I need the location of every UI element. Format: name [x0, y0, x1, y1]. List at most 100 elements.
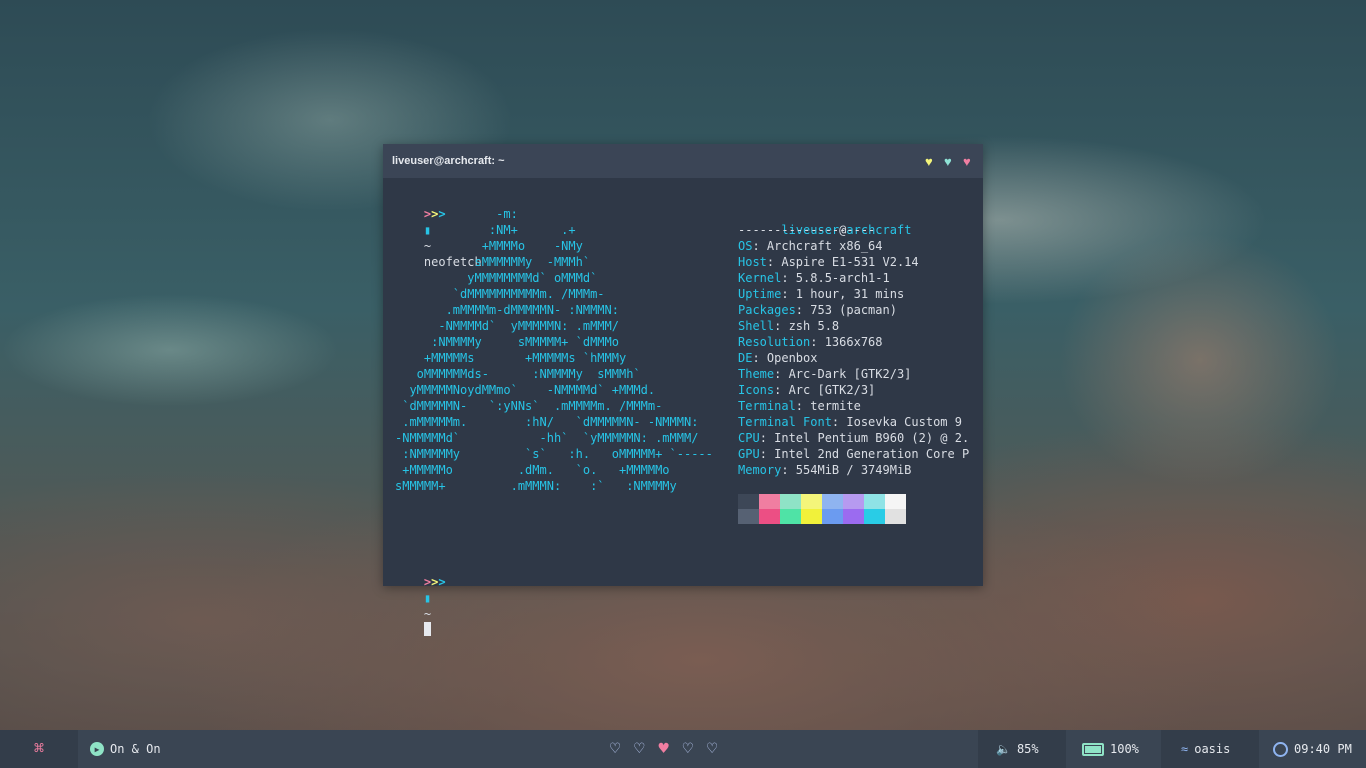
- volume-value: 85%: [1016, 742, 1039, 756]
- info-row: Terminal: termite: [738, 398, 969, 414]
- clock-time: 09:40 PM: [1294, 742, 1352, 756]
- window-buttons: ♥ ♥ ♥: [925, 155, 976, 168]
- info-value: : Openbox: [752, 351, 818, 365]
- wifi-icon: ≈: [1181, 742, 1189, 756]
- ascii-logo-line: .mMMMMMm. :hN/ `dMMMMMN- -NMMMN:: [395, 415, 699, 429]
- palette-swatch: [780, 494, 801, 509]
- info-row: DE: Openbox: [738, 350, 969, 366]
- system-info: liveuser@archcraft ------------------- O…: [738, 206, 969, 478]
- color-palette: [738, 494, 906, 524]
- ascii-logo: -m: :NM+ .+ +MMMMo -NMy sMMMMMMy -MMMh` …: [395, 206, 713, 494]
- info-value: : 5.8.5-arch1-1: [781, 271, 890, 285]
- workspace-2[interactable]: ♡: [634, 739, 644, 759]
- workspace-1[interactable]: ♡: [610, 739, 620, 759]
- info-key: CPU: [738, 431, 760, 445]
- workspace-4[interactable]: ♡: [683, 739, 693, 759]
- palette-swatch: [780, 509, 801, 524]
- info-value: : Arc-Dark [GTK2/3]: [774, 367, 912, 381]
- info-separator: -------------------: [738, 223, 876, 237]
- ascii-logo-line: :NM+ .+: [395, 223, 576, 237]
- network-module[interactable]: ≈ oasis: [1161, 730, 1259, 768]
- play-icon[interactable]: ▶: [90, 742, 104, 756]
- palette-swatch: [759, 494, 780, 509]
- info-key: Uptime: [738, 287, 782, 301]
- info-row: GPU: Intel 2nd Generation Core P: [738, 446, 969, 462]
- workspace-switcher: ♡ ♡ ♥ ♡ ♡: [610, 730, 717, 768]
- prompt-line-active[interactable]: >>> ▮ ~: [395, 558, 446, 654]
- info-row: Host: Aspire E1-531 V2.14: [738, 254, 969, 270]
- taskbar: ⌘ ▶ On & On ♡ ♡ ♥ ♡ ♡ 🔈 85% 100% ≈ oasis 09:…: [0, 730, 1366, 768]
- info-row: Theme: Arc-Dark [GTK2/3]: [738, 366, 969, 382]
- ascii-logo-line: oMMMMMMds- :NMMMMy sMMMh`: [395, 367, 641, 381]
- workspace-5[interactable]: ♡: [707, 739, 717, 759]
- info-value: : 554MiB / 3749MiB: [781, 463, 912, 477]
- music-title: On & On: [110, 742, 161, 756]
- ascii-logo-line: +MMMMMo .dMm. `o. +MMMMMo: [395, 463, 670, 477]
- palette-swatch: [822, 509, 843, 524]
- info-value: : Intel Pentium B960 (2) @ 2.: [759, 431, 970, 445]
- palette-swatch: [843, 509, 864, 524]
- ascii-logo-line: -m:: [395, 207, 518, 221]
- info-value: : 1 hour, 31 mins: [781, 287, 905, 301]
- ascii-logo-line: +MMMMo -NMy: [395, 239, 583, 253]
- volume-module[interactable]: 🔈 85%: [978, 730, 1066, 768]
- info-value: : Intel 2nd Generation Core P: [759, 447, 970, 461]
- clock-icon: [1273, 741, 1288, 757]
- maximize-button[interactable]: ♥: [944, 155, 957, 168]
- palette-swatch: [864, 494, 885, 509]
- info-row: Memory: 554MiB / 3749MiB: [738, 462, 969, 478]
- battery-icon: [1082, 742, 1104, 756]
- ascii-logo-line: -NMMMMMd` -hh` `yMMMMMN: .mMMM/: [395, 431, 699, 445]
- minimize-button[interactable]: ♥: [925, 155, 938, 168]
- palette-swatch: [759, 509, 780, 524]
- info-value: : Archcraft x86_64: [752, 239, 883, 253]
- palette-swatch: [822, 494, 843, 509]
- info-row: OS: Archcraft x86_64: [738, 238, 969, 254]
- info-key: Terminal: [738, 399, 796, 413]
- palette-swatch: [801, 494, 822, 509]
- command-icon: ⌘: [33, 739, 45, 759]
- ascii-logo-line: :NMMMMy sMMMMM+ `dMMMo: [395, 335, 619, 349]
- ascii-logo-line: sMMMMM+ .mMMMN: :` :NMMMMy: [395, 479, 677, 493]
- info-row: Icons: Arc [GTK2/3]: [738, 382, 969, 398]
- prompt-dir: ~: [423, 607, 432, 621]
- workspace-3[interactable]: ♥: [659, 739, 669, 759]
- info-key: Kernel: [738, 271, 782, 285]
- info-value: : termite: [795, 399, 861, 413]
- info-row: CPU: Intel Pentium B960 (2) @ 2.: [738, 430, 969, 446]
- window-title: liveuser@archcraft: ~: [392, 155, 505, 167]
- terminal-window[interactable]: liveuser@archcraft: ~ ♥ ♥ ♥ >>> ▮ ~ neofet…: [383, 144, 983, 636]
- menu-button[interactable]: ⌘: [0, 730, 78, 768]
- ascii-logo-line: -NMMMMd` yMMMMMN: .mMMM/: [395, 319, 619, 333]
- ascii-logo-line: yMMMMMMMMd` oMMMd`: [395, 271, 598, 285]
- palette-swatch: [843, 494, 864, 509]
- info-key: Host: [738, 255, 767, 269]
- palette-swatch: [738, 509, 759, 524]
- info-row: Terminal Font: Iosevka Custom 9: [738, 414, 969, 430]
- music-player[interactable]: ▶ On & On: [90, 730, 161, 768]
- network-name: oasis: [1194, 742, 1231, 756]
- info-key: Shell: [738, 319, 775, 333]
- info-key: Terminal Font: [738, 415, 832, 429]
- ascii-logo-line: `dMMMMMN- `:yNNs` .mMMMMm. /MMMm-: [395, 399, 663, 413]
- info-value: : 753 (pacman): [795, 303, 897, 317]
- info-key: GPU: [738, 447, 760, 461]
- ascii-logo-line: `dMMMMMMMMMMm. /MMMm-: [395, 287, 605, 301]
- info-row: Packages: 753 (pacman): [738, 302, 969, 318]
- ascii-logo-line: yMMMMMNoydMMmo` -NMMMMd` +MMMd.: [395, 383, 656, 397]
- palette-swatch: [864, 509, 885, 524]
- info-value: : Arc [GTK2/3]: [774, 383, 876, 397]
- info-key: Icons: [738, 383, 775, 397]
- ascii-logo-line: sMMMMMMy -MMMh`: [395, 255, 591, 269]
- ascii-logo-line: +MMMMMs +MMMMMs `hMMMy: [395, 351, 627, 365]
- terminal-titlebar[interactable]: liveuser@archcraft: ~ ♥ ♥ ♥: [383, 144, 983, 178]
- ascii-logo-line: .mMMMMm-dMMMMMN- :NMMMN:: [395, 303, 619, 317]
- close-button[interactable]: ♥: [963, 155, 976, 168]
- prompt-arrows: >>>: [424, 575, 446, 589]
- palette-swatch: [885, 494, 906, 509]
- info-key: Resolution: [738, 335, 811, 349]
- battery-value: 100%: [1110, 742, 1139, 756]
- info-key: Theme: [738, 367, 775, 381]
- user-host: liveuser@archcraft: [738, 206, 969, 237]
- palette-swatch: [885, 509, 906, 524]
